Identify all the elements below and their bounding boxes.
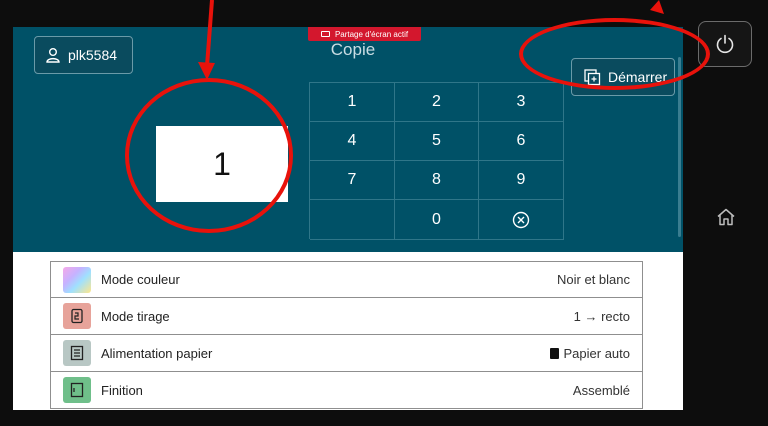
screen-share-badge: Partage d'écran actif: [308, 27, 421, 41]
clear-key[interactable]: [479, 200, 564, 240]
user-account-button[interactable]: plk5584: [34, 36, 133, 74]
option-value-text: Papier auto: [563, 345, 631, 361]
screen-share-text: Partage d'écran actif: [334, 29, 409, 39]
user-name: plk5584: [68, 47, 118, 63]
option-value: Papier auto: [549, 345, 631, 361]
numeric-keypad: 1 2 3 4 5 6 7 8 9 0: [309, 82, 564, 240]
key-2[interactable]: 2: [395, 83, 479, 122]
annotation-circle-quantity: [125, 78, 293, 233]
home-button[interactable]: [712, 203, 740, 231]
key-1[interactable]: 1: [310, 83, 395, 122]
screen-scrollbar[interactable]: [678, 57, 681, 237]
option-value: 1 → recto: [573, 308, 630, 324]
option-duplex-mode[interactable]: Mode tirage 1 → recto: [50, 298, 643, 335]
clear-icon: [512, 211, 530, 228]
settings-panel: Mode couleur Noir et blanc Mode tirage 1…: [13, 252, 683, 410]
duplex-icon: [63, 303, 91, 329]
option-value: Noir et blanc: [557, 272, 630, 287]
option-finishing[interactable]: Finition Assemblé: [50, 372, 643, 409]
option-paper-supply[interactable]: Alimentation papier Papier auto: [50, 335, 643, 372]
page-title: Copie: [330, 40, 376, 59]
paper-tray-icon: [63, 340, 91, 366]
power-icon: [716, 34, 734, 54]
finishing-icon: [63, 377, 91, 403]
option-label: Finition: [101, 382, 143, 398]
color-mode-icon: [63, 266, 91, 293]
key-4[interactable]: 4: [310, 122, 395, 161]
option-label: Mode couleur: [101, 272, 180, 287]
annotation-circle-start: [519, 18, 710, 90]
home-icon: [717, 208, 735, 226]
key-8[interactable]: 8: [395, 161, 479, 200]
option-color-mode[interactable]: Mode couleur Noir et blanc: [50, 261, 643, 298]
option-label: Alimentation papier: [101, 345, 213, 361]
user-icon: [46, 48, 60, 63]
option-label: Mode tirage: [101, 308, 170, 324]
key-7[interactable]: 7: [310, 161, 395, 200]
key-3[interactable]: 3: [479, 83, 564, 122]
key-9[interactable]: 9: [479, 161, 564, 200]
key-5[interactable]: 5: [395, 122, 479, 161]
settings-list: Mode couleur Noir et blanc Mode tirage 1…: [50, 261, 643, 409]
key-blank: [310, 200, 395, 240]
screen-share-icon: [320, 31, 330, 37]
key-0[interactable]: 0: [395, 200, 479, 240]
paper-icon: [549, 347, 559, 359]
option-value: Assemblé: [572, 382, 630, 398]
key-6[interactable]: 6: [479, 122, 564, 161]
